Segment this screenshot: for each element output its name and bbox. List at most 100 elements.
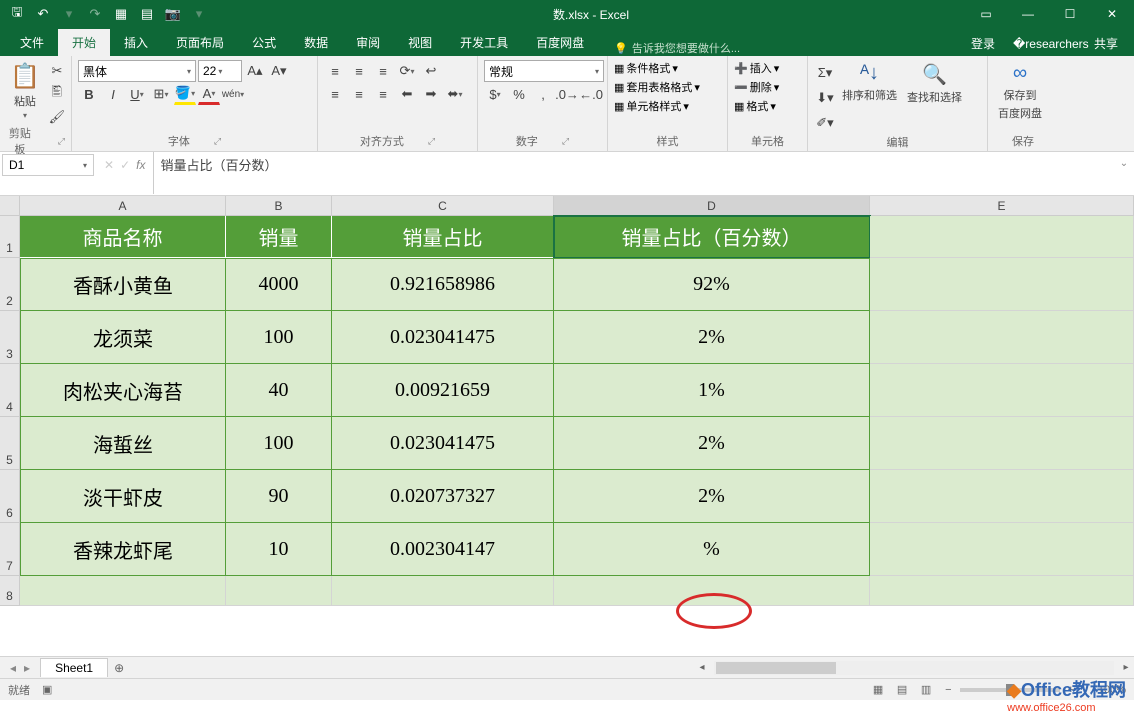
sort-filter-button[interactable]: ᴬ↓排序和筛选	[838, 60, 901, 105]
empty-cell[interactable]	[226, 576, 332, 606]
tab-view[interactable]: 视图	[394, 29, 446, 56]
table-cell[interactable]: 0.023041475	[332, 417, 554, 470]
number-launcher[interactable]: ⤢	[562, 136, 569, 147]
border-button[interactable]: ⊞▾	[150, 83, 172, 105]
align-middle-button[interactable]: ≡	[348, 60, 370, 82]
table-cell[interactable]: %	[554, 523, 870, 576]
name-box[interactable]: D1▾	[2, 154, 94, 176]
percent-button[interactable]: %	[508, 83, 530, 105]
qat-customize[interactable]: ▾	[188, 3, 210, 25]
delete-cells-button[interactable]: ➖删除▾	[734, 79, 779, 95]
decrease-font-button[interactable]: A▾	[268, 60, 290, 82]
row-header[interactable]: 7	[0, 523, 20, 576]
dec-decimal-button[interactable]: ←.0	[580, 83, 602, 105]
align-top-button[interactable]: ≡	[324, 60, 346, 82]
empty-cell[interactable]	[870, 417, 1134, 470]
col-header[interactable]: B	[226, 196, 332, 216]
insert-cells-button[interactable]: ➕插入▾	[734, 60, 779, 76]
cut-button[interactable]: ✂	[46, 60, 68, 82]
autosum-button[interactable]: Σ▾	[814, 62, 836, 84]
hscroll-left[interactable]: ◂	[694, 662, 710, 673]
row-header[interactable]: 2	[0, 258, 20, 311]
table-cell[interactable]: 0.921658986	[332, 258, 554, 311]
undo-button[interactable]: ↶	[32, 3, 54, 25]
expand-formula-bar[interactable]: ⌄	[1114, 152, 1134, 169]
table-header-cell[interactable]: 销量占比	[332, 216, 554, 258]
table-cell[interactable]: 2%	[554, 311, 870, 364]
fx-button[interactable]: fx	[136, 158, 145, 172]
increase-font-button[interactable]: A▴	[244, 60, 266, 82]
currency-button[interactable]: $▾	[484, 83, 506, 105]
font-size-combo[interactable]: 22▾	[198, 60, 242, 82]
tab-data[interactable]: 数据	[290, 29, 342, 56]
col-header[interactable]: A	[20, 196, 226, 216]
tab-layout[interactable]: 页面布局	[162, 29, 238, 56]
inc-decimal-button[interactable]: .0→	[556, 83, 578, 105]
table-cell[interactable]: 4000	[226, 258, 332, 311]
align-right-button[interactable]: ≡	[372, 83, 394, 105]
table-cell[interactable]: 100	[226, 417, 332, 470]
table-cell[interactable]: 0.023041475	[332, 311, 554, 364]
table-cell[interactable]: 2%	[554, 470, 870, 523]
login-button[interactable]: 登录	[969, 31, 997, 56]
table-cell[interactable]: 海蜇丝	[20, 417, 226, 470]
table-cell[interactable]: 92%	[554, 258, 870, 311]
col-header[interactable]: E	[870, 196, 1134, 216]
table-cell[interactable]: 100	[226, 311, 332, 364]
comma-button[interactable]: ,	[532, 83, 554, 105]
qat-button-5[interactable]: ▤	[136, 3, 158, 25]
find-select-button[interactable]: 🔍查找和选择	[903, 60, 966, 107]
col-header[interactable]: C	[332, 196, 554, 216]
format-painter-button[interactable]: 🖌	[46, 106, 68, 128]
table-cell[interactable]: 40	[226, 364, 332, 417]
tab-file[interactable]: 文件	[6, 29, 58, 56]
align-left-button[interactable]: ≡	[324, 83, 346, 105]
tab-insert[interactable]: 插入	[110, 29, 162, 56]
table-cell[interactable]: 2%	[554, 417, 870, 470]
table-header-cell[interactable]: 销量	[226, 216, 332, 258]
tell-me-search[interactable]: 💡告诉我您想要做什么...	[598, 40, 969, 56]
table-cell[interactable]: 90	[226, 470, 332, 523]
qat-button-6[interactable]: 📷	[162, 3, 184, 25]
conditional-format-button[interactable]: ▦条件格式▾	[614, 60, 678, 76]
table-cell[interactable]: 10	[226, 523, 332, 576]
clear-button[interactable]: ✐▾	[814, 112, 836, 134]
table-cell[interactable]: 0.020737327	[332, 470, 554, 523]
empty-cell[interactable]	[870, 523, 1134, 576]
empty-cell[interactable]	[870, 364, 1134, 417]
table-cell[interactable]: 0.002304147	[332, 523, 554, 576]
tab-review[interactable]: 审阅	[342, 29, 394, 56]
sheet-nav-first[interactable]: ◂	[10, 661, 16, 675]
copy-button[interactable]: 🖺	[46, 83, 68, 105]
row-header[interactable]: 6	[0, 470, 20, 523]
formula-bar[interactable]: 销量占比（百分数）	[153, 152, 1114, 194]
indent-dec-button[interactable]: ⬅	[396, 83, 418, 105]
clipboard-launcher[interactable]: ⤢	[58, 136, 65, 147]
align-bottom-button[interactable]: ≡	[372, 60, 394, 82]
empty-cell[interactable]	[870, 576, 1134, 606]
table-cell[interactable]: 龙须菜	[20, 311, 226, 364]
sheet-nav-last[interactable]: ▸	[24, 661, 30, 675]
horizontal-scrollbar[interactable]	[714, 661, 1114, 675]
align-launcher[interactable]: ⤢	[428, 136, 435, 147]
view-page-break-button[interactable]: ▥	[915, 681, 937, 699]
empty-cell[interactable]	[332, 576, 554, 606]
table-cell[interactable]: 香辣龙虾尾	[20, 523, 226, 576]
empty-cell[interactable]	[870, 470, 1134, 523]
select-all-corner[interactable]	[0, 196, 20, 216]
col-header[interactable]: D	[554, 196, 870, 216]
orientation-button[interactable]: ⟳▾	[396, 60, 418, 82]
empty-cell[interactable]	[870, 216, 1134, 258]
font-launcher[interactable]: ⤢	[214, 136, 221, 147]
cancel-formula-button[interactable]: ✕	[104, 158, 114, 172]
ribbon-options-button[interactable]: ▭	[966, 0, 1006, 28]
table-cell[interactable]: 肉松夹心海苔	[20, 364, 226, 417]
bold-button[interactable]: B	[78, 83, 100, 105]
zoom-out-button[interactable]: −	[939, 684, 957, 696]
hscroll-right[interactable]: ▸	[1118, 662, 1134, 673]
number-format-combo[interactable]: 常规▾	[484, 60, 604, 82]
italic-button[interactable]: I	[102, 83, 124, 105]
empty-cell[interactable]	[870, 311, 1134, 364]
minimize-button[interactable]: —	[1008, 0, 1048, 28]
undo-dropdown[interactable]: ▾	[58, 3, 80, 25]
